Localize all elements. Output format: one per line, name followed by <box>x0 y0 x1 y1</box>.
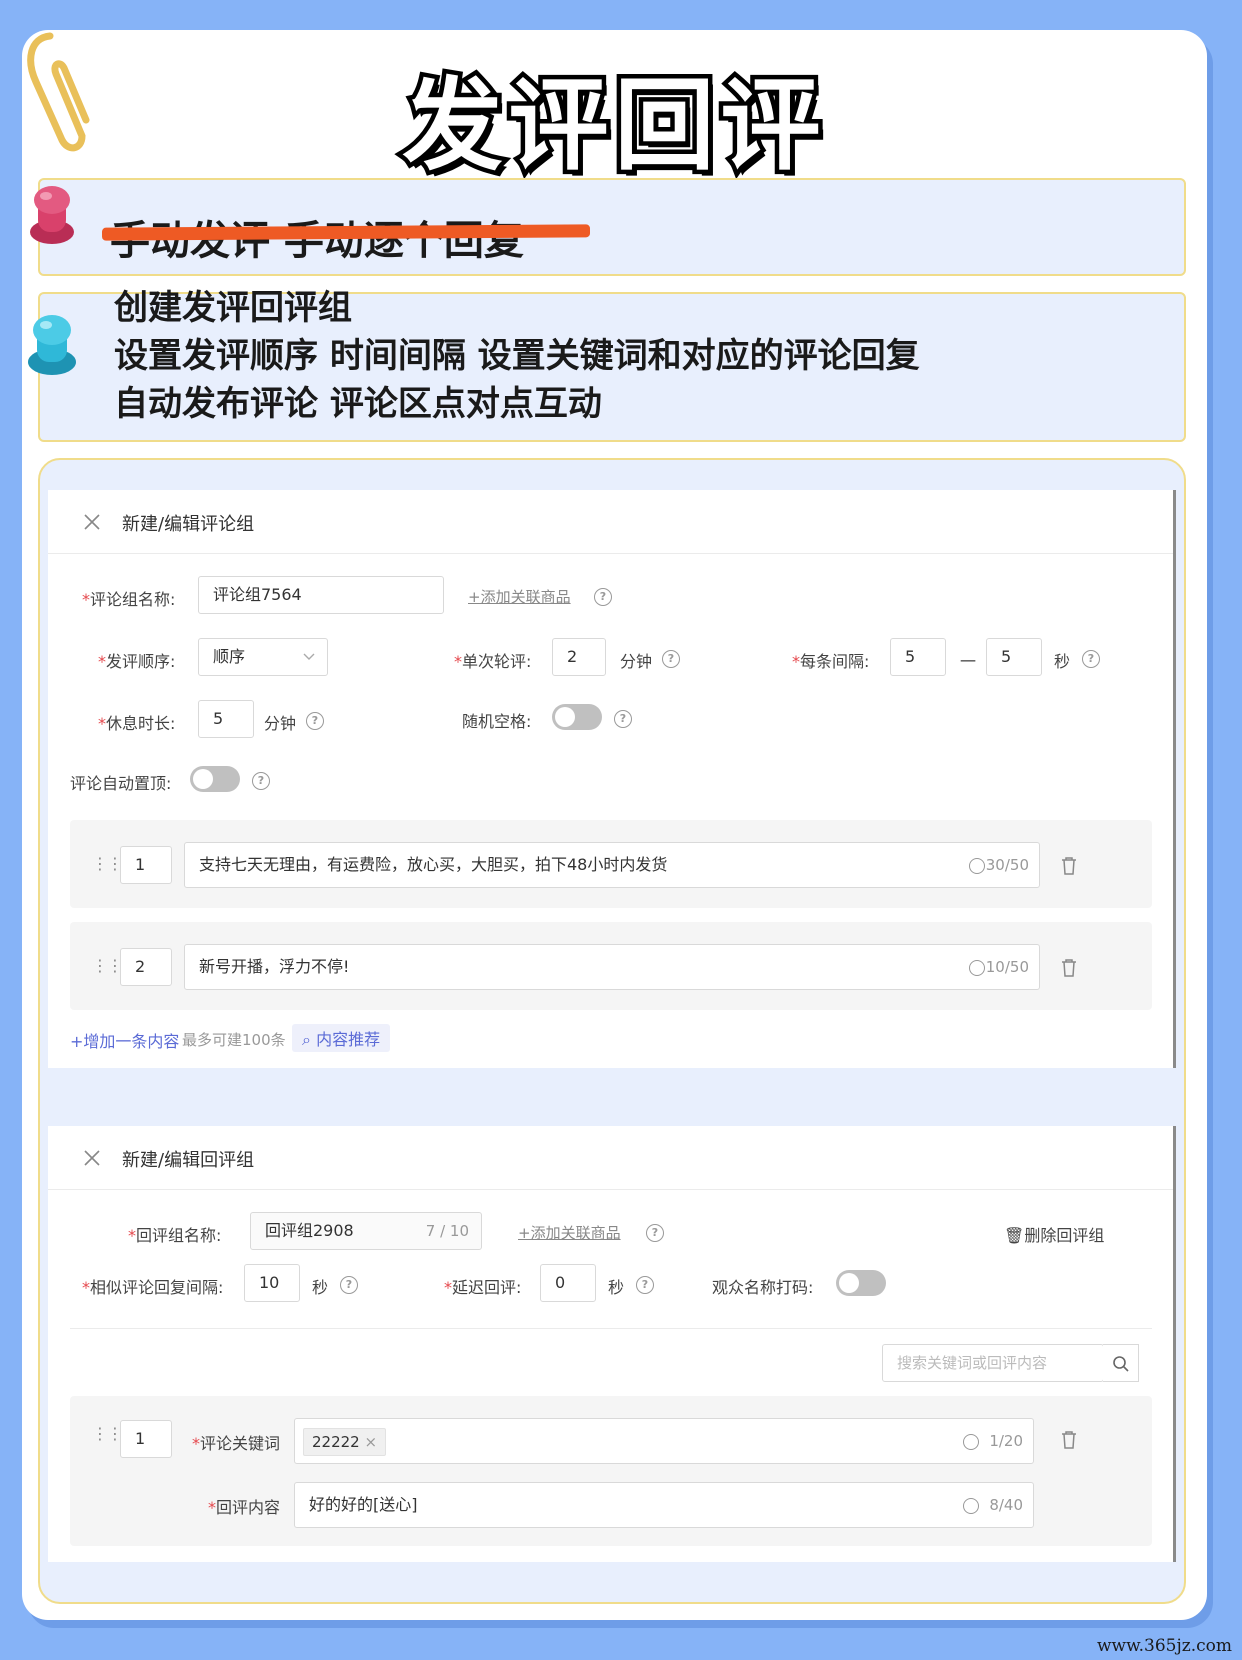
delete-reply-group-button[interactable]: 🗑删除回评组 <box>1004 1222 1104 1246</box>
help-icon[interactable]: ? <box>646 1224 664 1242</box>
add-product-link[interactable]: +添加关联商品 <box>468 586 571 607</box>
emoji-icon[interactable] <box>963 1434 979 1450</box>
tag-close-icon[interactable]: × <box>365 1433 378 1451</box>
content-recommend-button[interactable]: ⌕ 内容推荐 <box>292 1024 391 1052</box>
chevron-down-icon <box>303 653 315 660</box>
watermark: www.365jz.com <box>1097 1636 1232 1656</box>
rest-input[interactable]: 5 <box>198 700 254 738</box>
item-order-input[interactable]: 1 <box>120 846 172 884</box>
help-icon[interactable]: ? <box>306 712 324 730</box>
help-icon[interactable]: ? <box>1082 650 1100 668</box>
help-icon[interactable]: ? <box>340 1276 358 1294</box>
comment-group-panel: 新建/编辑评论组 *评论组名称: 评论组7564 +添加关联商品 ? *发评顺序… <box>48 490 1176 1068</box>
search-icon <box>1113 1356 1129 1372</box>
char-counter: 7 / 10 <box>425 1222 469 1240</box>
pushpin-cyan-icon <box>28 315 76 375</box>
single-round-input[interactable]: 2 <box>552 638 606 676</box>
trash-icon: 🗑 <box>1004 1226 1025 1245</box>
char-counter: 10/50 <box>985 958 1029 976</box>
help-icon[interactable]: ? <box>252 772 270 790</box>
close-icon[interactable] <box>82 512 102 532</box>
char-counter: 1/20 <box>989 1432 1023 1450</box>
interval-label: *每条间隔: <box>792 652 870 671</box>
seconds-unit: 秒 <box>1054 652 1071 671</box>
minutes-unit: 分钟 <box>620 652 653 671</box>
order-label: *发评顺序: <box>98 652 176 671</box>
comment-text-input[interactable]: 新号开播，浮力不停! 10/50 <box>184 944 1040 990</box>
emoji-icon[interactable] <box>969 960 985 976</box>
trash-icon[interactable] <box>1060 856 1078 876</box>
reply-panel-header: 新建/编辑回评组 <box>48 1126 1173 1190</box>
list-item: ⋮⋮ 1 支持七天无理由，有运费险，放心买，大胆买，拍下48小时内发货 30/5… <box>70 820 1152 908</box>
add-item-link[interactable]: +增加一条内容 <box>70 1028 179 1052</box>
search-button[interactable] <box>1103 1344 1139 1382</box>
keyword-input[interactable]: 22222 × 1/20 <box>294 1418 1034 1464</box>
feature-line-3: 自动发布评论 评论区点对点互动 <box>114 384 602 424</box>
reply-group-panel: 新建/编辑回评组 *回评组名称: 回评组2908 7 / 10 +添加关联商品 … <box>48 1126 1176 1562</box>
minutes-unit: 分钟 <box>264 714 297 733</box>
mask-name-label: 观众名称打码: <box>712 1278 814 1297</box>
similar-interval-label: *相似评论回复间隔: <box>82 1278 224 1297</box>
group-name-input[interactable]: 评论组7564 <box>198 576 444 614</box>
drag-handle-icon[interactable]: ⋮⋮ <box>92 1424 123 1443</box>
add-product-link[interactable]: +添加关联商品 <box>518 1222 621 1243</box>
random-space-toggle[interactable] <box>552 704 602 730</box>
list-item: ⋮⋮ 2 新号开播，浮力不停! 10/50 <box>70 922 1152 1010</box>
seconds-unit: 秒 <box>608 1278 625 1297</box>
char-counter: 8/40 <box>989 1496 1023 1514</box>
char-counter: 30/50 <box>985 856 1029 874</box>
reply-group-name-label: *回评组名称: <box>128 1226 222 1245</box>
order-select[interactable]: 顺序 <box>198 638 328 676</box>
reply-rule-item: ⋮⋮ 1 *评论关键词 22222 × 1/20 *回评内容 好的好的[送心] … <box>70 1396 1152 1546</box>
interval-min-input[interactable]: 5 <box>890 638 946 676</box>
random-space-label: 随机空格: <box>462 712 532 731</box>
emoji-icon[interactable] <box>963 1498 979 1514</box>
help-icon[interactable]: ? <box>614 710 632 728</box>
emoji-icon[interactable] <box>969 858 985 874</box>
single-round-label: *单次轮评: <box>454 652 532 671</box>
reply-panel-title: 新建/编辑回评组 <box>122 1150 255 1171</box>
feature-line-1: 创建发评回评组 <box>114 288 352 328</box>
keyword-label: *评论关键词 <box>192 1434 281 1453</box>
auto-pin-toggle[interactable] <box>190 766 240 792</box>
mask-name-toggle[interactable] <box>836 1270 886 1296</box>
poster-title-wrap: 发评回评 <box>22 63 1207 196</box>
rest-label: *休息时长: <box>98 714 176 733</box>
drag-handle-icon[interactable]: ⋮⋮ <box>92 854 123 873</box>
help-icon[interactable]: ? <box>636 1276 654 1294</box>
auto-pin-label: 评论自动置顶: <box>70 774 172 793</box>
delay-label: *延迟回评: <box>444 1278 522 1297</box>
trash-icon[interactable] <box>1060 1430 1078 1450</box>
close-icon[interactable] <box>82 1148 102 1168</box>
group-name-label: *评论组名称: <box>82 590 176 609</box>
interval-dash: 一 <box>960 652 977 671</box>
trash-icon[interactable] <box>1060 958 1078 978</box>
help-icon[interactable]: ? <box>594 588 612 606</box>
feature-line-2: 设置发评顺序 时间间隔 设置关键词和对应的评论回复 <box>114 336 920 376</box>
similar-interval-input[interactable]: 10 <box>244 1264 300 1302</box>
reply-content-input[interactable]: 好的好的[送心] 8/40 <box>294 1482 1034 1528</box>
reply-content-label: *回评内容 <box>208 1498 281 1517</box>
help-icon[interactable]: ? <box>662 650 680 668</box>
comment-text-input[interactable]: 支持七天无理由，有运费险，放心买，大胆买，拍下48小时内发货 30/50 <box>184 842 1040 888</box>
comment-panel-title: 新建/编辑评论组 <box>122 514 255 535</box>
section-divider <box>70 1328 1152 1329</box>
pushpin-red-icon <box>30 186 74 244</box>
seconds-unit: 秒 <box>312 1278 329 1297</box>
document-search-icon: ⌕ <box>302 1030 311 1049</box>
keyword-tag: 22222 × <box>303 1427 387 1456</box>
add-item-hint: 最多可建100条 <box>182 1031 286 1049</box>
comment-panel-header: 新建/编辑评论组 <box>48 490 1173 554</box>
drag-handle-icon[interactable]: ⋮⋮ <box>92 956 123 975</box>
interval-max-input[interactable]: 5 <box>986 638 1042 676</box>
poster-title: 发评回评 <box>398 63 827 189</box>
rule-order-input[interactable]: 1 <box>120 1420 172 1458</box>
reply-group-name-input[interactable]: 回评组2908 7 / 10 <box>250 1212 482 1250</box>
delay-input[interactable]: 0 <box>540 1264 596 1302</box>
search-input[interactable]: 搜索关键词或回评内容 <box>882 1344 1104 1382</box>
item-order-input[interactable]: 2 <box>120 948 172 986</box>
